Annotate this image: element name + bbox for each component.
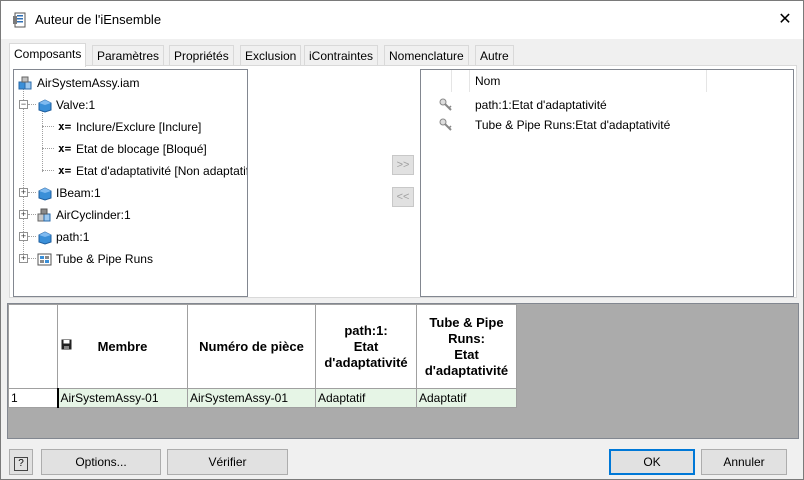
part-icon: [38, 231, 52, 245]
tree-item-label: path:1: [56, 230, 90, 244]
column-header-membre[interactable]: Membre: [57, 304, 188, 389]
column-header-tube-pipe-adaptativite[interactable]: Tube & Pipe Runs: Etat d'adaptativité: [416, 304, 517, 389]
tab-autre[interactable]: Autre: [475, 45, 514, 66]
tree-item-label: Inclure/Exclure [Inclure]: [76, 120, 202, 134]
key-icon: [439, 118, 452, 131]
options-button[interactable]: Options...: [41, 449, 161, 475]
selected-items-list[interactable]: Nom path:1:Etat d'adaptativité Tube & Pi…: [420, 69, 794, 297]
tree-item-label: Etat de blocage [Bloqué]: [76, 142, 207, 156]
parameter-icon: x=: [58, 142, 72, 155]
part-icon: [38, 187, 52, 201]
assembly-icon: [18, 76, 32, 90]
tree-item-label: IBeam:1: [56, 186, 101, 200]
components-panel: AirSystemAssy.iam − Valve:1 x= Inclure/E…: [9, 65, 797, 298]
title-bar: Auteur de l'iEnsemble ✕: [1, 1, 803, 39]
dialog-window: Auteur de l'iEnsemble ✕ Composants Param…: [0, 0, 804, 480]
button-bar: ? Options... Vérifier OK Annuler: [1, 443, 803, 479]
table-corner-header: [8, 304, 58, 389]
parameter-icon: x=: [58, 120, 72, 133]
list-header-spacer: [451, 70, 469, 92]
tree-item-label: Valve:1: [56, 98, 96, 112]
collapse-icon[interactable]: −: [19, 100, 28, 109]
key-icon: [439, 98, 452, 111]
verify-button[interactable]: Vérifier: [167, 449, 288, 475]
cancel-button[interactable]: Annuler: [701, 449, 787, 475]
part-icon: [38, 99, 52, 113]
save-icon: [61, 339, 72, 350]
add-to-list-button[interactable]: >>: [392, 155, 414, 175]
tree-item-label: AirCyclinder:1: [56, 208, 131, 222]
component-tree[interactable]: AirSystemAssy.iam − Valve:1 x= Inclure/E…: [13, 69, 248, 297]
tree-item-label: Etat d'adaptativité [Non adaptatif]: [76, 164, 248, 178]
column-header-path-adaptativite[interactable]: path:1: Etat d'adaptativité: [315, 304, 417, 389]
expand-icon[interactable]: +: [19, 232, 28, 241]
close-icon[interactable]: ✕: [771, 7, 799, 33]
tab-icontraintes[interactable]: iContraintes: [304, 45, 379, 66]
tab-proprietes[interactable]: Propriétés: [169, 45, 234, 66]
tube-pipe-icon: [37, 253, 52, 266]
tab-composants[interactable]: Composants: [9, 43, 87, 67]
subassembly-icon: [37, 208, 51, 222]
remove-from-list-button[interactable]: <<: [392, 187, 414, 207]
expand-icon[interactable]: +: [19, 188, 28, 197]
cell-tube-pipe-adaptativite[interactable]: Adaptatif: [416, 388, 517, 408]
cell-membre[interactable]: AirSystemAssy-01: [57, 388, 188, 408]
expand-icon[interactable]: +: [19, 254, 28, 263]
window-title: Auteur de l'iEnsemble: [35, 12, 162, 27]
tree-item-label: Tube & Pipe Runs: [56, 252, 153, 266]
iassembly-author-icon: [13, 12, 26, 28]
tab-exclusion[interactable]: Exclusion: [240, 45, 302, 66]
column-header-numero-piece[interactable]: Numéro de pièce: [187, 304, 316, 389]
list-item-label: Tube & Pipe Runs:Etat d'adaptativité: [475, 118, 671, 132]
row-index[interactable]: 1: [8, 388, 59, 408]
list-item-label: path:1:Etat d'adaptativité: [475, 98, 607, 112]
help-button[interactable]: ?: [9, 449, 33, 475]
tab-nomenclature[interactable]: Nomenclature: [384, 45, 469, 66]
ok-button[interactable]: OK: [609, 449, 695, 475]
member-table: Membre Numéro de pièce path:1: Etat d'ad…: [8, 304, 517, 408]
tree-item-label: AirSystemAssy.iam: [37, 76, 140, 90]
column-header-nom[interactable]: Nom: [469, 70, 707, 92]
cell-numero-piece[interactable]: AirSystemAssy-01: [187, 388, 316, 408]
expand-icon[interactable]: +: [19, 210, 28, 219]
column-header-label: Membre: [97, 338, 148, 354]
cell-path-adaptativite[interactable]: Adaptatif: [315, 388, 417, 408]
tab-parametres[interactable]: Paramètres: [92, 45, 165, 66]
help-icon: ?: [14, 457, 28, 471]
member-table-area: Membre Numéro de pièce path:1: Etat d'ad…: [7, 303, 799, 439]
parameter-icon: x=: [58, 164, 72, 177]
table-row[interactable]: 1 AirSystemAssy-01 AirSystemAssy-01 Adap…: [8, 388, 517, 408]
